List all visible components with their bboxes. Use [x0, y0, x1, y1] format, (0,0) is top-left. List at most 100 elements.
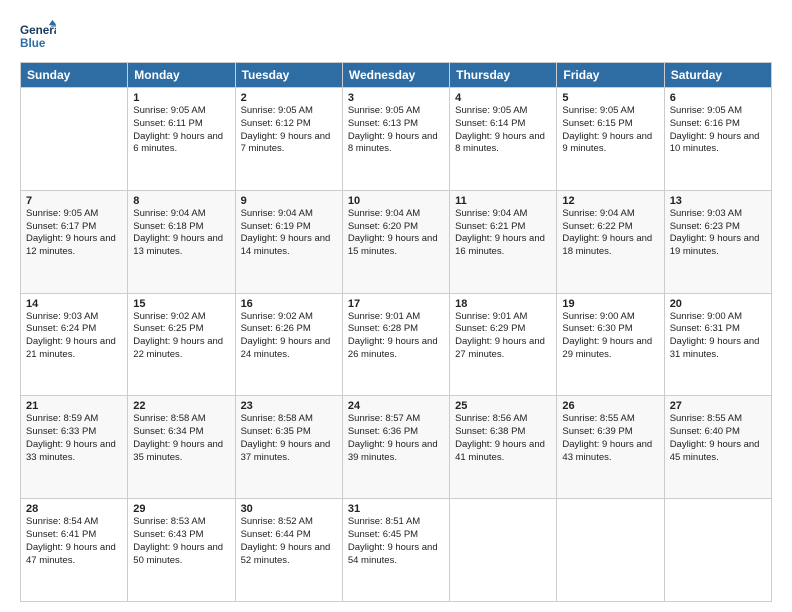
- daylight-label: Daylight: 9 hours and 18 minutes.: [562, 233, 652, 257]
- svg-text:General: General: [20, 24, 56, 37]
- day-header-wednesday: Wednesday: [342, 63, 449, 88]
- day-info: Sunrise: 9:05 AM Sunset: 6:17 PM Dayligh…: [26, 208, 122, 259]
- day-number: 3: [348, 92, 444, 104]
- sunrise-label: Sunrise: 8:51 AM: [348, 516, 420, 527]
- sunset-label: Sunset: 6:12 PM: [241, 118, 311, 129]
- day-info: Sunrise: 8:51 AM Sunset: 6:45 PM Dayligh…: [348, 516, 444, 567]
- sunrise-label: Sunrise: 8:59 AM: [26, 413, 98, 424]
- daylight-label: Daylight: 9 hours and 19 minutes.: [670, 233, 760, 257]
- daylight-label: Daylight: 9 hours and 50 minutes.: [133, 542, 223, 566]
- calendar-cell: 3 Sunrise: 9:05 AM Sunset: 6:13 PM Dayli…: [342, 88, 449, 191]
- calendar-cell: [664, 499, 771, 602]
- calendar-cell: 24 Sunrise: 8:57 AM Sunset: 6:36 PM Dayl…: [342, 396, 449, 499]
- day-info: Sunrise: 9:05 AM Sunset: 6:12 PM Dayligh…: [241, 105, 337, 156]
- calendar-cell: 2 Sunrise: 9:05 AM Sunset: 6:12 PM Dayli…: [235, 88, 342, 191]
- day-info: Sunrise: 9:05 AM Sunset: 6:13 PM Dayligh…: [348, 105, 444, 156]
- sunset-label: Sunset: 6:14 PM: [455, 118, 525, 129]
- daylight-label: Daylight: 9 hours and 27 minutes.: [455, 336, 545, 360]
- sunrise-label: Sunrise: 9:04 AM: [455, 208, 527, 219]
- daylight-label: Daylight: 9 hours and 21 minutes.: [26, 336, 116, 360]
- day-number: 2: [241, 92, 337, 104]
- sunset-label: Sunset: 6:15 PM: [562, 118, 632, 129]
- sunset-label: Sunset: 6:31 PM: [670, 323, 740, 334]
- sunset-label: Sunset: 6:22 PM: [562, 221, 632, 232]
- week-row-0: 1 Sunrise: 9:05 AM Sunset: 6:11 PM Dayli…: [21, 88, 772, 191]
- sunrise-label: Sunrise: 9:05 AM: [241, 105, 313, 116]
- calendar-cell: 22 Sunrise: 8:58 AM Sunset: 6:34 PM Dayl…: [128, 396, 235, 499]
- calendar-cell: 13 Sunrise: 9:03 AM Sunset: 6:23 PM Dayl…: [664, 190, 771, 293]
- calendar-cell: 31 Sunrise: 8:51 AM Sunset: 6:45 PM Dayl…: [342, 499, 449, 602]
- daylight-label: Daylight: 9 hours and 10 minutes.: [670, 131, 760, 155]
- calendar-cell: 8 Sunrise: 9:04 AM Sunset: 6:18 PM Dayli…: [128, 190, 235, 293]
- logo-icon: General Blue: [20, 18, 56, 54]
- sunset-label: Sunset: 6:39 PM: [562, 426, 632, 437]
- day-header-sunday: Sunday: [21, 63, 128, 88]
- day-number: 25: [455, 400, 551, 412]
- daylight-label: Daylight: 9 hours and 24 minutes.: [241, 336, 331, 360]
- sunset-label: Sunset: 6:30 PM: [562, 323, 632, 334]
- day-number: 23: [241, 400, 337, 412]
- logo: General Blue: [20, 18, 56, 54]
- sunset-label: Sunset: 6:21 PM: [455, 221, 525, 232]
- sunset-label: Sunset: 6:34 PM: [133, 426, 203, 437]
- day-number: 18: [455, 298, 551, 310]
- calendar-cell: 30 Sunrise: 8:52 AM Sunset: 6:44 PM Dayl…: [235, 499, 342, 602]
- sunrise-label: Sunrise: 9:02 AM: [241, 311, 313, 322]
- sunset-label: Sunset: 6:13 PM: [348, 118, 418, 129]
- calendar-cell: 6 Sunrise: 9:05 AM Sunset: 6:16 PM Dayli…: [664, 88, 771, 191]
- day-header-monday: Monday: [128, 63, 235, 88]
- sunrise-label: Sunrise: 9:00 AM: [670, 311, 742, 322]
- day-number: 26: [562, 400, 658, 412]
- daylight-label: Daylight: 9 hours and 47 minutes.: [26, 542, 116, 566]
- day-info: Sunrise: 9:01 AM Sunset: 6:28 PM Dayligh…: [348, 311, 444, 362]
- day-info: Sunrise: 8:57 AM Sunset: 6:36 PM Dayligh…: [348, 413, 444, 464]
- daylight-label: Daylight: 9 hours and 45 minutes.: [670, 439, 760, 463]
- sunrise-label: Sunrise: 9:02 AM: [133, 311, 205, 322]
- day-header-saturday: Saturday: [664, 63, 771, 88]
- sunrise-label: Sunrise: 8:58 AM: [241, 413, 313, 424]
- calendar-cell: 21 Sunrise: 8:59 AM Sunset: 6:33 PM Dayl…: [21, 396, 128, 499]
- daylight-label: Daylight: 9 hours and 31 minutes.: [670, 336, 760, 360]
- daylight-label: Daylight: 9 hours and 14 minutes.: [241, 233, 331, 257]
- sunrise-label: Sunrise: 8:52 AM: [241, 516, 313, 527]
- calendar-cell: 25 Sunrise: 8:56 AM Sunset: 6:38 PM Dayl…: [450, 396, 557, 499]
- daylight-label: Daylight: 9 hours and 43 minutes.: [562, 439, 652, 463]
- day-number: 30: [241, 503, 337, 515]
- calendar-cell: 9 Sunrise: 9:04 AM Sunset: 6:19 PM Dayli…: [235, 190, 342, 293]
- day-number: 24: [348, 400, 444, 412]
- sunrise-label: Sunrise: 9:04 AM: [348, 208, 420, 219]
- week-row-3: 21 Sunrise: 8:59 AM Sunset: 6:33 PM Dayl…: [21, 396, 772, 499]
- calendar-cell: 26 Sunrise: 8:55 AM Sunset: 6:39 PM Dayl…: [557, 396, 664, 499]
- sunrise-label: Sunrise: 9:04 AM: [562, 208, 634, 219]
- days-header-row: SundayMondayTuesdayWednesdayThursdayFrid…: [21, 63, 772, 88]
- daylight-label: Daylight: 9 hours and 29 minutes.: [562, 336, 652, 360]
- day-info: Sunrise: 9:03 AM Sunset: 6:24 PM Dayligh…: [26, 311, 122, 362]
- sunrise-label: Sunrise: 8:55 AM: [562, 413, 634, 424]
- sunrise-label: Sunrise: 8:58 AM: [133, 413, 205, 424]
- sunrise-label: Sunrise: 9:05 AM: [26, 208, 98, 219]
- day-number: 15: [133, 298, 229, 310]
- day-number: 20: [670, 298, 766, 310]
- daylight-label: Daylight: 9 hours and 37 minutes.: [241, 439, 331, 463]
- sunset-label: Sunset: 6:18 PM: [133, 221, 203, 232]
- daylight-label: Daylight: 9 hours and 8 minutes.: [348, 131, 438, 155]
- sunrise-label: Sunrise: 9:05 AM: [562, 105, 634, 116]
- day-info: Sunrise: 9:02 AM Sunset: 6:26 PM Dayligh…: [241, 311, 337, 362]
- sunset-label: Sunset: 6:24 PM: [26, 323, 96, 334]
- day-number: 5: [562, 92, 658, 104]
- day-number: 17: [348, 298, 444, 310]
- header: General Blue: [20, 18, 772, 54]
- sunset-label: Sunset: 6:35 PM: [241, 426, 311, 437]
- day-info: Sunrise: 8:53 AM Sunset: 6:43 PM Dayligh…: [133, 516, 229, 567]
- day-number: 27: [670, 400, 766, 412]
- calendar-cell: 27 Sunrise: 8:55 AM Sunset: 6:40 PM Dayl…: [664, 396, 771, 499]
- daylight-label: Daylight: 9 hours and 15 minutes.: [348, 233, 438, 257]
- sunset-label: Sunset: 6:11 PM: [133, 118, 203, 129]
- sunrise-label: Sunrise: 9:03 AM: [26, 311, 98, 322]
- week-row-2: 14 Sunrise: 9:03 AM Sunset: 6:24 PM Dayl…: [21, 293, 772, 396]
- daylight-label: Daylight: 9 hours and 35 minutes.: [133, 439, 223, 463]
- sunrise-label: Sunrise: 8:56 AM: [455, 413, 527, 424]
- daylight-label: Daylight: 9 hours and 26 minutes.: [348, 336, 438, 360]
- sunrise-label: Sunrise: 8:55 AM: [670, 413, 742, 424]
- day-number: 11: [455, 195, 551, 207]
